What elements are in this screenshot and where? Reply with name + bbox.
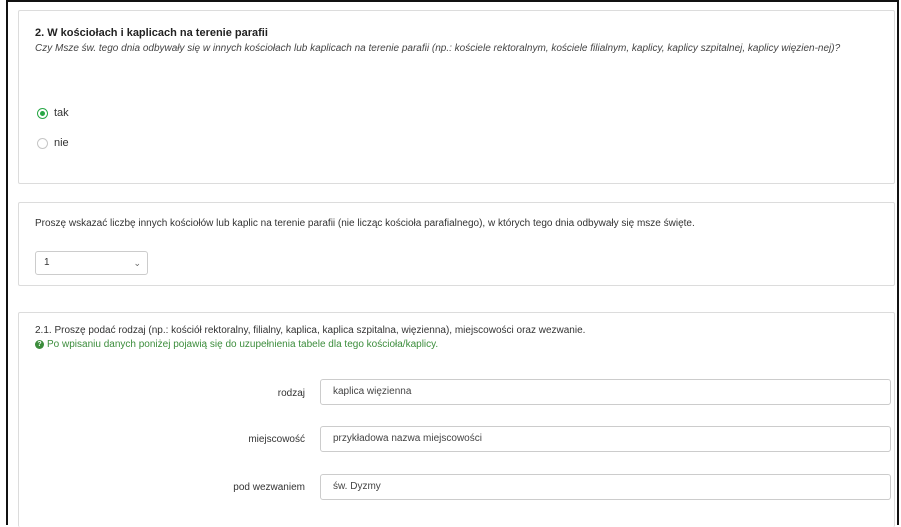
rodzaj-input[interactable]: kaplica więzienna <box>320 379 891 405</box>
count-question: Proszę wskazać liczbę innych kościołów l… <box>35 218 695 229</box>
count-select[interactable]: 1 ⌄ <box>35 251 148 275</box>
hint-text: Po wpisaniu danych poniżej pojawią się d… <box>47 339 439 350</box>
details-instruction: 2.1. Proszę podać rodzaj (np.: kościół r… <box>35 325 586 336</box>
radio-checked-icon[interactable] <box>37 107 48 119</box>
question-text: Czy Msze św. tego dnia odbywały się w in… <box>35 43 841 54</box>
chevron-down-icon: ⌄ <box>133 258 141 268</box>
field-label-rodzaj: rodzaj <box>277 388 305 399</box>
select-value: 1 <box>44 257 50 268</box>
section-title: 2. W kościołach i kaplicach na terenie p… <box>35 27 268 39</box>
question-panel: 2. W kościołach i kaplicach na terenie p… <box>18 10 895 184</box>
count-panel: Proszę wskazać liczbę innych kościołów l… <box>18 202 895 286</box>
details-panel: 2.1. Proszę podać rodzaj (np.: kościół r… <box>18 312 895 527</box>
radio-label: tak <box>54 107 69 119</box>
radio-option-tak[interactable]: tak <box>37 107 69 119</box>
details-hint: ? Po wpisaniu danych poniżej pojawią się… <box>35 339 438 350</box>
radio-unchecked-icon[interactable] <box>37 137 48 149</box>
radio-label: nie <box>54 137 69 149</box>
question-circle-icon: ? <box>35 340 44 349</box>
page-frame: 2. W kościołach i kaplicach na terenie p… <box>6 0 899 527</box>
miejscowosc-input[interactable]: przykładowa nazwa miejscowości <box>320 426 891 452</box>
wezwanie-input[interactable]: św. Dyzmy <box>320 474 891 500</box>
field-label-miejscowosc: miejscowość <box>248 434 305 445</box>
field-label-wezwanie: pod wezwaniem <box>233 482 305 493</box>
radio-option-nie[interactable]: nie <box>37 137 69 149</box>
